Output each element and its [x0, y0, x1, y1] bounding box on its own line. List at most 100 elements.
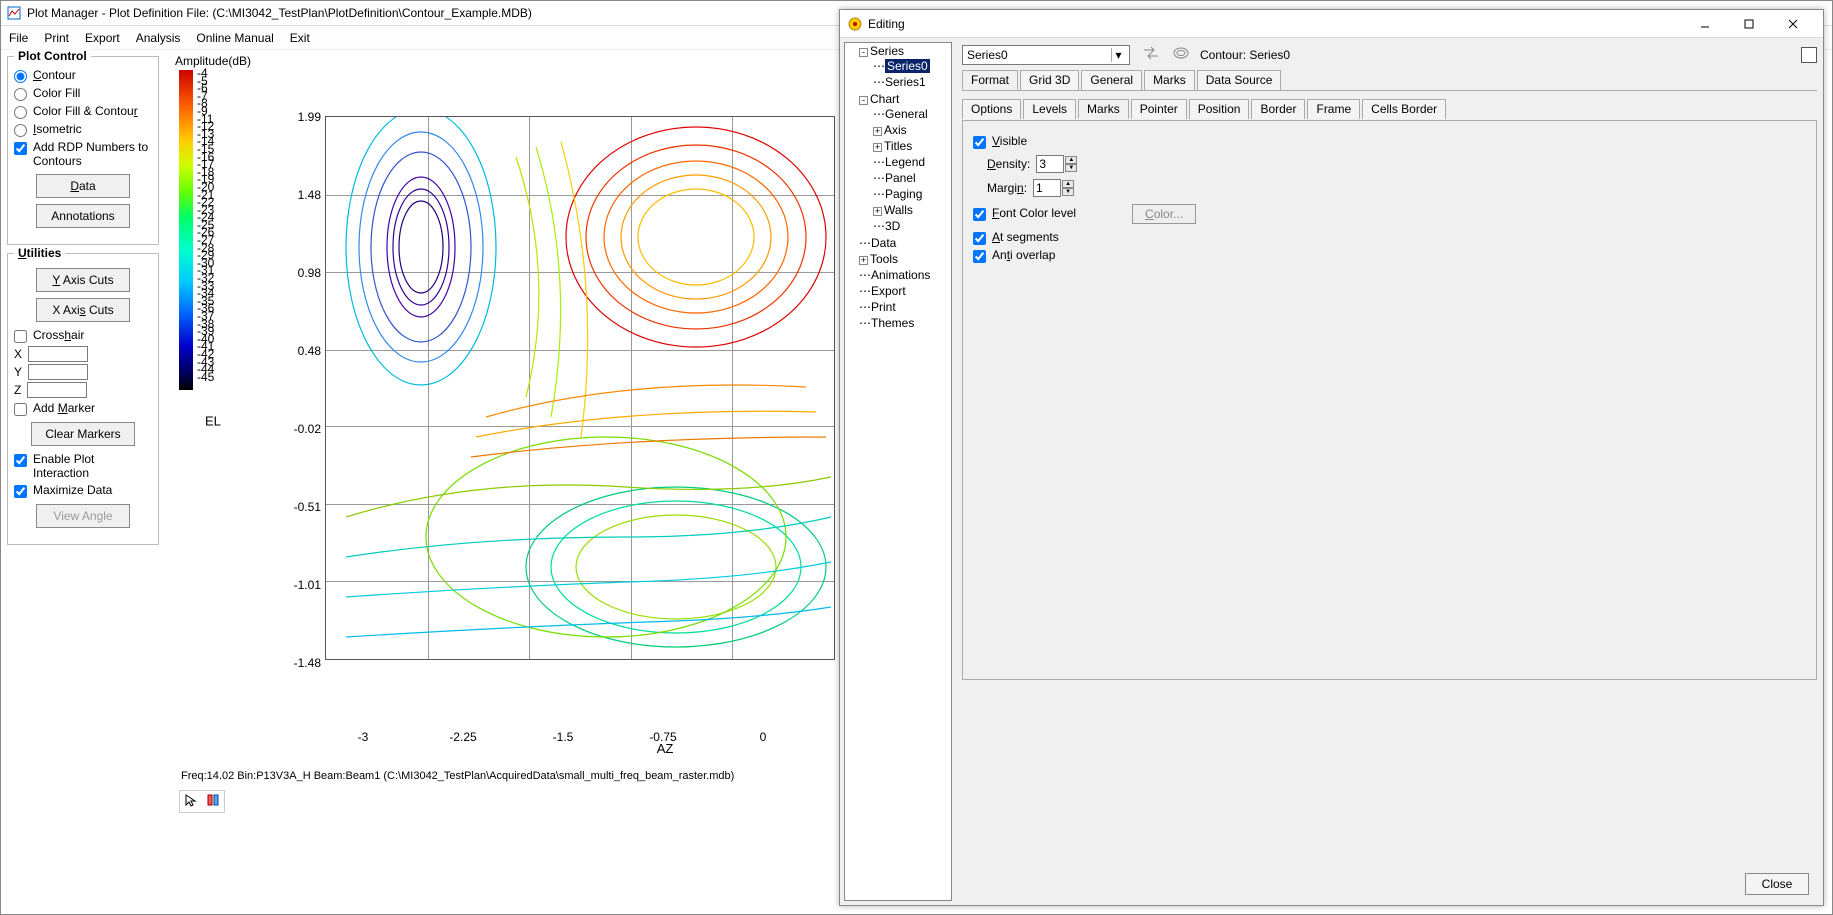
dialog-icon — [848, 17, 862, 31]
editing-dialog: Editing -Series ⋯Series0 ⋯Series1 -Chart… — [839, 9, 1824, 906]
tree-chart-walls[interactable]: +Walls — [873, 202, 951, 218]
app-icon — [7, 6, 21, 20]
tab2-levels[interactable]: Levels — [1023, 99, 1076, 119]
contour-label: Contour: Series0 — [1200, 48, 1290, 62]
utilities-title: Utilities — [14, 246, 65, 260]
menu-analysis[interactable]: Analysis — [136, 31, 181, 45]
y-axis-ticks: 1.991.480.980.48-0.02-0.51-1.01-1.48 — [281, 110, 321, 734]
tree-chart-general[interactable]: ⋯General — [873, 106, 951, 122]
tab1-general[interactable]: General — [1081, 70, 1142, 90]
tab2-border[interactable]: Border — [1251, 99, 1305, 119]
radio-isometric[interactable]: Isometric — [14, 122, 152, 137]
view-angle-button: View Angle — [36, 504, 130, 528]
tab2-marks[interactable]: Marks — [1078, 99, 1129, 119]
tree-print[interactable]: ⋯Print — [859, 299, 951, 315]
tree-chart-panel[interactable]: ⋯Panel — [873, 170, 951, 186]
y-axis-cuts-button[interactable]: Y Axis Cuts — [36, 268, 130, 292]
tree-data[interactable]: ⋯Data — [859, 235, 951, 251]
chart-footer: Freq:14.02 Bin:P13V3A_H Beam:Beam1 (C:\M… — [181, 770, 734, 782]
density-spinner[interactable]: ▲▼ — [1036, 155, 1077, 173]
radio-colorfill[interactable]: Color Fill — [14, 86, 152, 101]
coord-x: X — [14, 346, 152, 362]
tree-chart-axis[interactable]: +Axis — [873, 122, 951, 138]
close-window-button[interactable] — [1771, 12, 1815, 36]
tab2-options[interactable]: Options — [962, 99, 1021, 119]
check-maximize-data[interactable]: Maximize Data — [14, 483, 152, 498]
check-add-marker[interactable]: Add Marker — [14, 401, 152, 416]
radio-contour[interactable]: Contour — [14, 68, 152, 83]
spin-down-icon[interactable]: ▼ — [1062, 188, 1074, 196]
margin-label: Margin: — [987, 181, 1027, 195]
close-button[interactable]: Close — [1745, 873, 1809, 895]
x-axis-cuts-button[interactable]: X Axis Cuts — [36, 298, 130, 322]
check-enable-plot[interactable]: Enable Plot Interaction — [14, 452, 152, 480]
left-panel: Plot Control Contour Color Fill Color Fi… — [1, 50, 165, 914]
spin-up-icon[interactable]: ▲ — [1065, 156, 1077, 164]
data-button[interactable]: Data — [36, 174, 130, 198]
check-add-rdp[interactable]: Add RDP Numbers to Contours — [14, 140, 152, 168]
tree-themes[interactable]: ⋯Themes — [859, 315, 951, 331]
tree-series1[interactable]: ⋯Series1 — [873, 74, 951, 90]
marks-tab-content: Visible Density: ▲▼ Margin: ▲▼ — [962, 120, 1817, 680]
tree-chart-legend[interactable]: ⋯Legend — [873, 154, 951, 170]
check-visible[interactable]: Visible — [973, 134, 1806, 149]
menu-print[interactable]: Print — [44, 31, 69, 45]
tree-chart-paging[interactable]: ⋯Paging — [873, 186, 951, 202]
color-button: Color... — [1132, 204, 1196, 224]
coord-z-input[interactable] — [27, 382, 87, 398]
check-at-segments[interactable]: At segments — [973, 230, 1806, 245]
maximize-button[interactable] — [1727, 12, 1771, 36]
swap-icon[interactable] — [1140, 44, 1162, 65]
tree-chart[interactable]: -Chart ⋯General+Axis+Titles⋯Legend⋯Panel… — [859, 91, 951, 235]
density-input[interactable] — [1036, 155, 1064, 173]
menu-export[interactable]: Export — [85, 31, 120, 45]
clear-markers-button[interactable]: Clear Markers — [31, 422, 135, 446]
tab2-pointer[interactable]: Pointer — [1131, 99, 1187, 119]
pointer-tool-icon[interactable] — [184, 793, 198, 810]
spin-down-icon[interactable]: ▼ — [1065, 164, 1077, 172]
tree-series[interactable]: -Series ⋯Series0 ⋯Series1 — [859, 43, 951, 91]
colorbar-ticks: -4-5-6-7-8-9-11-12-13-14-15-16-17-18-19-… — [197, 70, 214, 381]
color-swatch[interactable] — [1801, 47, 1817, 63]
minimize-button[interactable] — [1683, 12, 1727, 36]
tree-chart-titles[interactable]: +Titles — [873, 138, 951, 154]
annotations-button[interactable]: Annotations — [36, 204, 130, 228]
tree-chart-3d[interactable]: ⋯3D — [873, 218, 951, 234]
tree-animations[interactable]: ⋯Animations — [859, 267, 951, 283]
tab2-frame[interactable]: Frame — [1307, 99, 1360, 119]
tab2-cells-border[interactable]: Cells Border — [1362, 99, 1446, 119]
tree-pane[interactable]: -Series ⋯Series0 ⋯Series1 -Chart ⋯Genera… — [844, 42, 952, 901]
check-font-color-level[interactable]: Font Color level — [973, 206, 1076, 221]
zoom-tool-icon[interactable] — [206, 793, 220, 810]
spin-up-icon[interactable]: ▲ — [1062, 180, 1074, 188]
menu-file[interactable]: File — [9, 31, 28, 45]
coord-y-input[interactable] — [28, 364, 88, 380]
check-anti-overlap[interactable]: Anti overlap — [973, 248, 1806, 263]
margin-spinner[interactable]: ▲▼ — [1033, 179, 1074, 197]
chevron-down-icon[interactable]: ▾ — [1111, 48, 1125, 62]
tab1-marks[interactable]: Marks — [1144, 70, 1195, 90]
check-crosshair[interactable]: Crosshair — [14, 328, 152, 343]
coord-y: Y — [14, 364, 152, 380]
dialog-titlebar: Editing — [840, 10, 1823, 38]
tree-series0[interactable]: ⋯Series0 — [873, 58, 951, 74]
tab1-grid-3d[interactable]: Grid 3D — [1020, 70, 1079, 90]
radio-colorfill-contour[interactable]: Color Fill & Contour — [14, 104, 152, 119]
contour-lines — [326, 117, 836, 661]
series-combo[interactable]: Series0 ▾ — [962, 45, 1130, 65]
chart-grid — [325, 116, 835, 660]
coord-x-input[interactable] — [28, 346, 88, 362]
tab2-position[interactable]: Position — [1189, 99, 1250, 119]
tab1-data-source[interactable]: Data Source — [1197, 70, 1282, 90]
tree-tools[interactable]: +Tools — [859, 251, 951, 267]
tree-export[interactable]: ⋯Export — [859, 283, 951, 299]
tab1-format[interactable]: Format — [962, 70, 1018, 90]
colorbar-gradient — [179, 70, 193, 390]
utilities-group: Utilities Y Axis Cuts X Axis Cuts Crossh… — [7, 253, 159, 545]
menu-exit[interactable]: Exit — [290, 31, 310, 45]
menu-online-manual[interactable]: Online Manual — [196, 31, 273, 45]
margin-input[interactable] — [1033, 179, 1061, 197]
plot-control-group: Plot Control Contour Color Fill Color Fi… — [7, 56, 159, 245]
coord-z: Z — [14, 382, 152, 398]
amplitude-label: Amplitude(dB) — [175, 54, 251, 68]
